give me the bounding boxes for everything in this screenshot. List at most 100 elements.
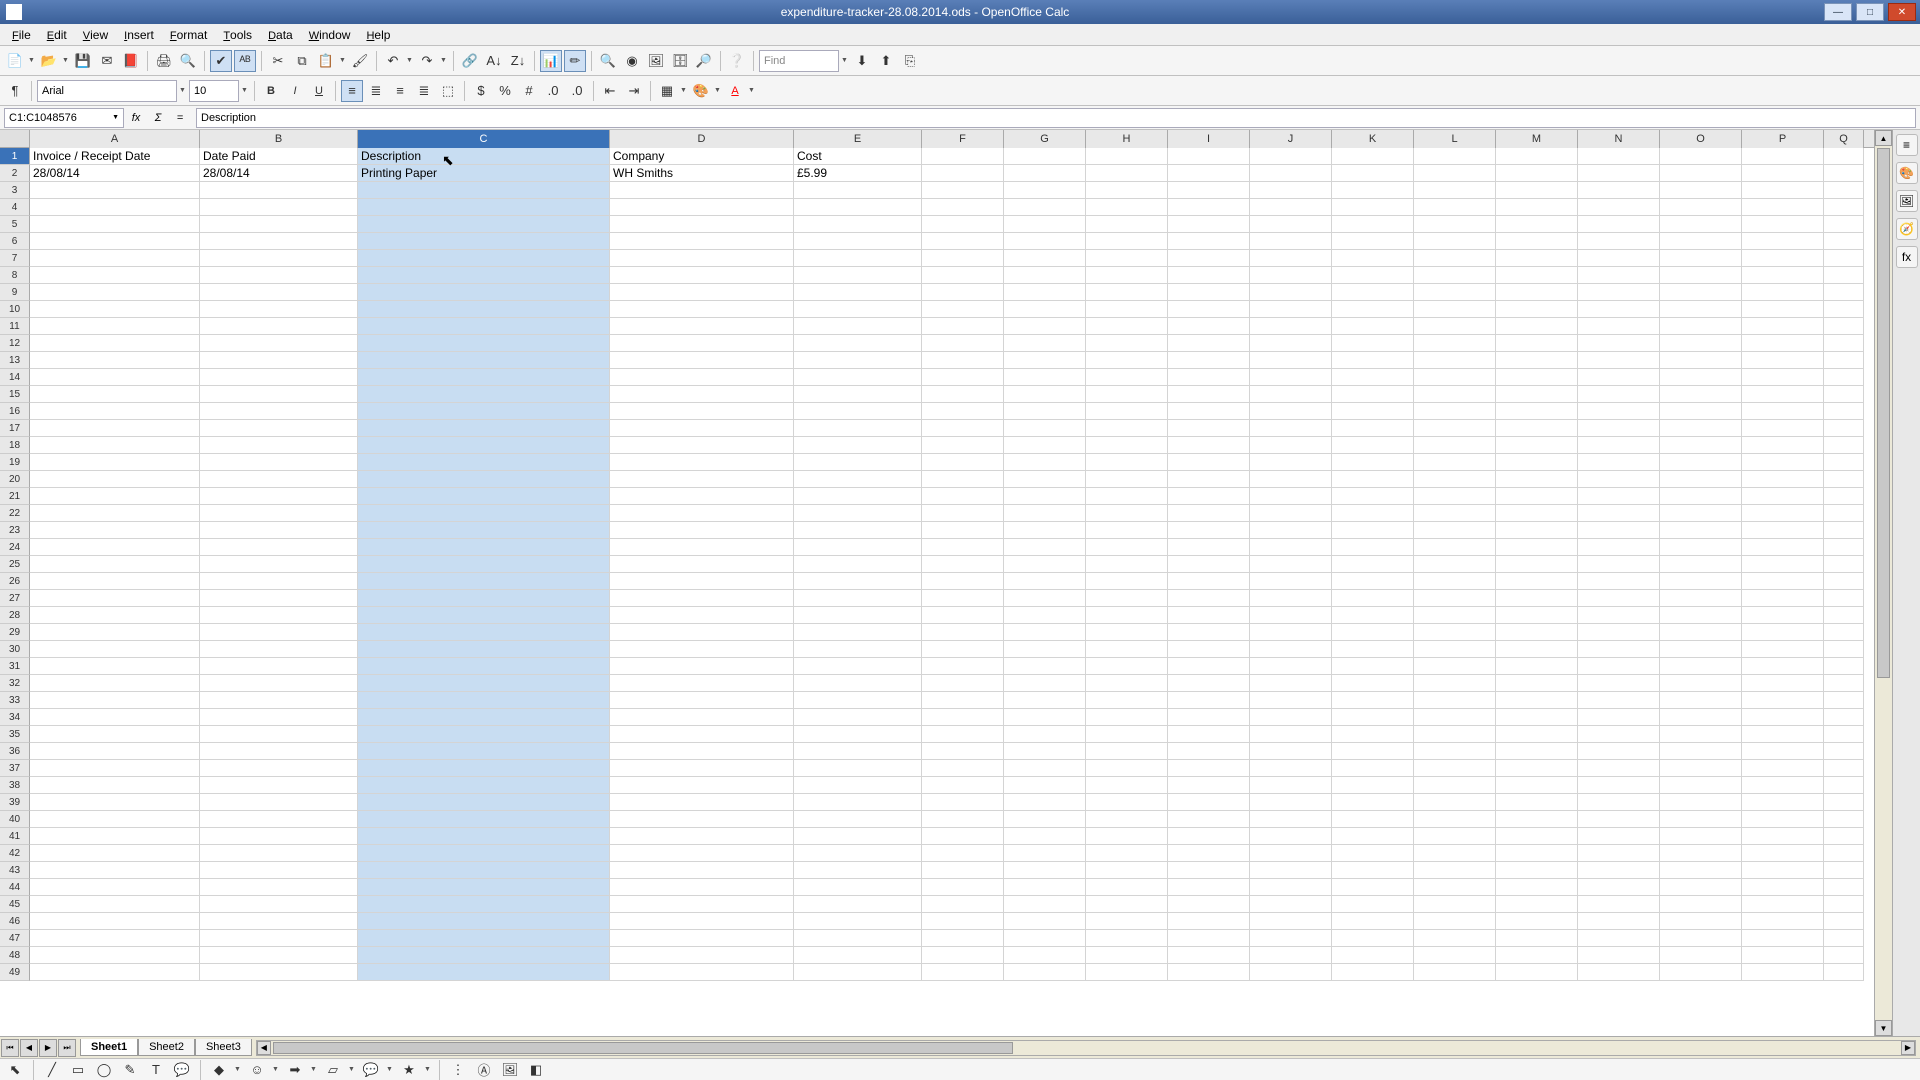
cell[interactable] bbox=[1578, 148, 1660, 165]
cell[interactable] bbox=[1496, 692, 1578, 709]
cell[interactable] bbox=[200, 437, 358, 454]
cell[interactable] bbox=[1250, 879, 1332, 896]
cell[interactable] bbox=[1086, 624, 1168, 641]
select-all-corner[interactable] bbox=[0, 130, 30, 148]
cell[interactable] bbox=[1086, 403, 1168, 420]
cell[interactable] bbox=[1742, 403, 1824, 420]
cell[interactable] bbox=[1414, 896, 1496, 913]
cell[interactable] bbox=[794, 964, 922, 981]
cell[interactable] bbox=[1496, 471, 1578, 488]
cell[interactable] bbox=[1086, 148, 1168, 165]
cell[interactable] bbox=[200, 471, 358, 488]
cell[interactable] bbox=[922, 505, 1004, 522]
cell[interactable] bbox=[1742, 199, 1824, 216]
cell[interactable] bbox=[1004, 743, 1086, 760]
cell[interactable] bbox=[1004, 420, 1086, 437]
col-header-B[interactable]: B bbox=[200, 130, 358, 148]
cell[interactable] bbox=[30, 760, 200, 777]
cell[interactable] bbox=[794, 454, 922, 471]
cell[interactable] bbox=[1086, 301, 1168, 318]
cell[interactable] bbox=[1824, 505, 1864, 522]
align-center-button[interactable]: ≣ bbox=[365, 80, 387, 102]
cell[interactable] bbox=[794, 471, 922, 488]
cell[interactable] bbox=[1578, 794, 1660, 811]
cell[interactable] bbox=[794, 420, 922, 437]
cell[interactable] bbox=[1414, 862, 1496, 879]
cell[interactable] bbox=[1168, 369, 1250, 386]
cell[interactable] bbox=[1414, 335, 1496, 352]
cell[interactable] bbox=[1824, 556, 1864, 573]
cell[interactable] bbox=[922, 777, 1004, 794]
cell[interactable] bbox=[794, 845, 922, 862]
vscroll-thumb[interactable] bbox=[1877, 148, 1890, 678]
cell[interactable] bbox=[358, 641, 610, 658]
cell[interactable] bbox=[1824, 318, 1864, 335]
cell[interactable] bbox=[922, 403, 1004, 420]
cell[interactable] bbox=[1496, 624, 1578, 641]
cell[interactable] bbox=[610, 811, 794, 828]
cell[interactable] bbox=[610, 335, 794, 352]
cell[interactable] bbox=[1660, 658, 1742, 675]
text-tool-button[interactable]: T bbox=[145, 1059, 167, 1080]
cell[interactable] bbox=[1250, 777, 1332, 794]
cell[interactable] bbox=[1824, 590, 1864, 607]
cell[interactable] bbox=[30, 505, 200, 522]
cell[interactable] bbox=[1578, 607, 1660, 624]
cell[interactable] bbox=[358, 318, 610, 335]
cell[interactable] bbox=[1578, 590, 1660, 607]
cell[interactable] bbox=[1168, 879, 1250, 896]
cell[interactable] bbox=[1578, 964, 1660, 981]
cell[interactable] bbox=[1578, 454, 1660, 471]
cell[interactable] bbox=[1578, 556, 1660, 573]
cell[interactable] bbox=[1414, 250, 1496, 267]
cell[interactable] bbox=[1168, 607, 1250, 624]
cell[interactable] bbox=[1168, 743, 1250, 760]
cell[interactable] bbox=[1742, 284, 1824, 301]
cell[interactable] bbox=[1660, 250, 1742, 267]
row-header[interactable]: 23 bbox=[0, 522, 30, 539]
cell[interactable] bbox=[794, 335, 922, 352]
cell[interactable] bbox=[1660, 335, 1742, 352]
cell[interactable] bbox=[1578, 573, 1660, 590]
cell[interactable] bbox=[1168, 250, 1250, 267]
cell[interactable] bbox=[1660, 352, 1742, 369]
cell[interactable] bbox=[1004, 879, 1086, 896]
cell[interactable] bbox=[794, 556, 922, 573]
name-box[interactable]: C1:C1048576▼ bbox=[4, 108, 124, 128]
cell[interactable] bbox=[610, 539, 794, 556]
cell[interactable] bbox=[1660, 233, 1742, 250]
cell[interactable] bbox=[358, 658, 610, 675]
cell[interactable] bbox=[1742, 437, 1824, 454]
extrusion-button[interactable]: ◧ bbox=[525, 1059, 547, 1080]
cell[interactable] bbox=[794, 913, 922, 930]
cell[interactable] bbox=[1086, 216, 1168, 233]
cell[interactable] bbox=[1086, 777, 1168, 794]
cell[interactable] bbox=[922, 420, 1004, 437]
cell[interactable] bbox=[1824, 726, 1864, 743]
cell[interactable] bbox=[200, 760, 358, 777]
cell[interactable] bbox=[922, 709, 1004, 726]
cell[interactable] bbox=[1824, 539, 1864, 556]
cell[interactable] bbox=[1414, 811, 1496, 828]
cell[interactable] bbox=[30, 267, 200, 284]
cell[interactable] bbox=[1414, 267, 1496, 284]
cell[interactable] bbox=[610, 692, 794, 709]
cell[interactable] bbox=[1660, 828, 1742, 845]
tab-last-button[interactable]: ⏭ bbox=[58, 1039, 76, 1057]
cell[interactable] bbox=[922, 437, 1004, 454]
cell[interactable] bbox=[610, 607, 794, 624]
cell[interactable] bbox=[1004, 590, 1086, 607]
cell[interactable] bbox=[610, 216, 794, 233]
cell[interactable] bbox=[1496, 301, 1578, 318]
cell[interactable]: 28/08/14 bbox=[30, 165, 200, 182]
cell[interactable] bbox=[1086, 930, 1168, 947]
cell[interactable] bbox=[1086, 250, 1168, 267]
cell[interactable] bbox=[1332, 369, 1414, 386]
cell[interactable] bbox=[1496, 777, 1578, 794]
cell[interactable] bbox=[1414, 947, 1496, 964]
cell[interactable] bbox=[1824, 964, 1864, 981]
cell[interactable] bbox=[358, 811, 610, 828]
cell[interactable] bbox=[1578, 386, 1660, 403]
remove-decimal-button[interactable]: .0 bbox=[566, 80, 588, 102]
scroll-up-button[interactable]: ▲ bbox=[1875, 130, 1892, 146]
